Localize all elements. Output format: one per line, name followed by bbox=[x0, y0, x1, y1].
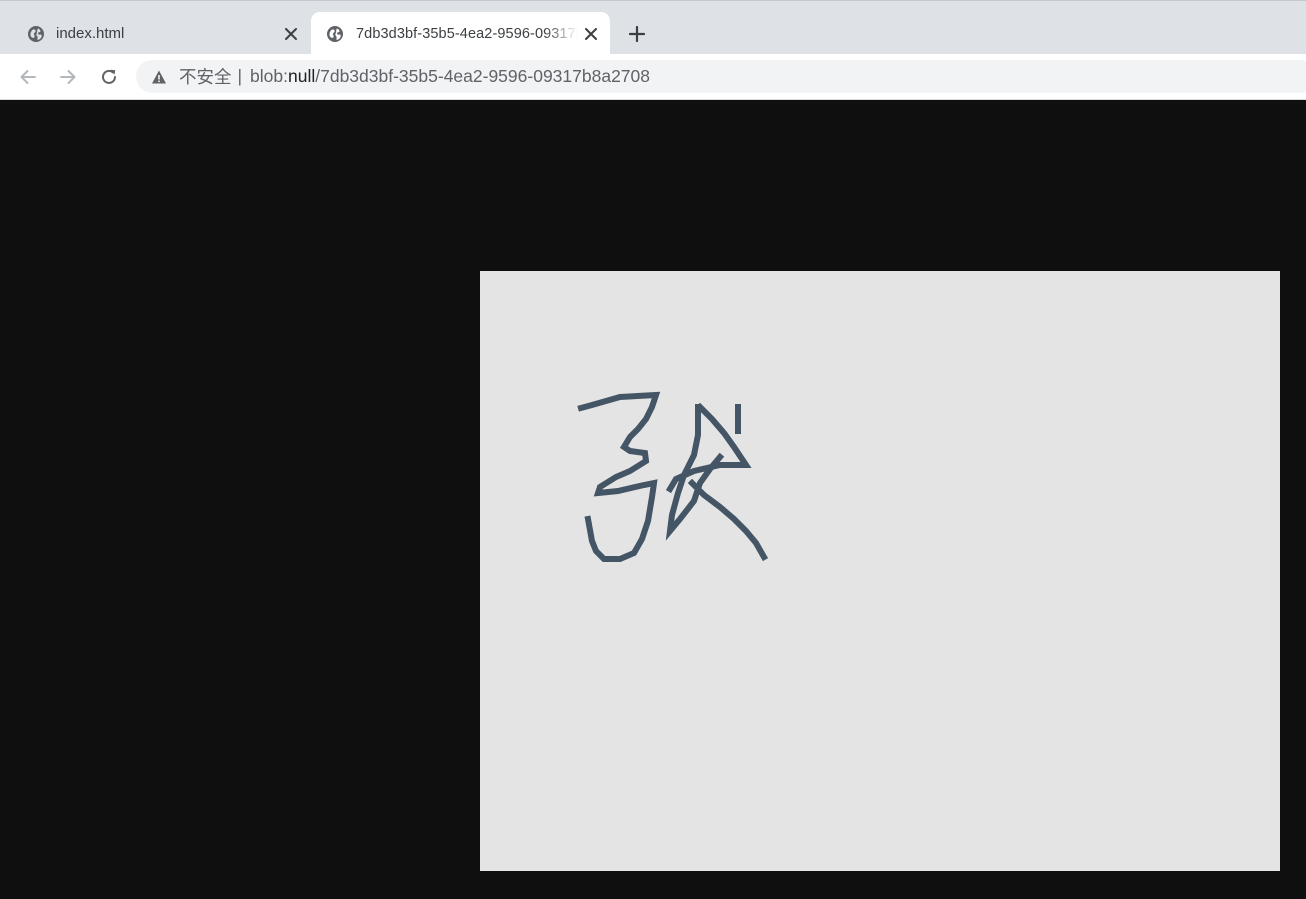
address-bar[interactable]: 不安全 | blob:null/7db3d3bf-35b5-4ea2-9596-… bbox=[136, 60, 1306, 93]
browser-toolbar: 不安全 | blob:null/7db3d3bf-35b5-4ea2-9596-… bbox=[0, 54, 1306, 100]
page-content bbox=[0, 100, 1306, 899]
reload-button[interactable] bbox=[94, 62, 124, 92]
plus-icon bbox=[629, 26, 645, 42]
close-tab-button[interactable] bbox=[278, 21, 304, 47]
arrow-right-icon bbox=[60, 70, 76, 84]
tab-blob-url[interactable]: 7db3d3bf-35b5-4ea2-9596-09317b8a2708 bbox=[311, 12, 610, 55]
globe-icon bbox=[28, 25, 44, 42]
url-scheme: blob: bbox=[250, 66, 288, 86]
warning-icon bbox=[152, 70, 166, 83]
globe-icon bbox=[327, 25, 343, 42]
tab-title: index.html bbox=[56, 25, 125, 42]
tab-title: 7db3d3bf-35b5-4ea2-9596-09317b8a2708 bbox=[356, 25, 578, 42]
drawing-canvas[interactable] bbox=[480, 271, 1280, 871]
security-label[interactable]: 不安全 bbox=[179, 64, 232, 89]
close-tab-button[interactable] bbox=[578, 21, 604, 47]
security-separator: | bbox=[237, 66, 243, 86]
close-icon bbox=[585, 27, 597, 40]
tab-index-html[interactable]: index.html bbox=[14, 12, 310, 55]
handwritten-character bbox=[577, 391, 769, 562]
close-icon bbox=[285, 27, 297, 40]
new-tab-button[interactable] bbox=[622, 19, 652, 49]
forward-button[interactable] bbox=[53, 62, 83, 92]
reload-icon bbox=[102, 69, 116, 84]
url-path: /7db3d3bf-35b5-4ea2-9596-09317b8a2708 bbox=[315, 66, 650, 86]
tab-strip: index.html 7db3d3bf-35b5-4ea2-9596-09317… bbox=[0, 0, 1306, 55]
url-host: null bbox=[288, 66, 316, 86]
url-text[interactable]: blob:null/7db3d3bf-35b5-4ea2-9596-09317b… bbox=[250, 66, 650, 87]
back-button[interactable] bbox=[13, 62, 43, 92]
arrow-left-icon bbox=[20, 70, 36, 84]
